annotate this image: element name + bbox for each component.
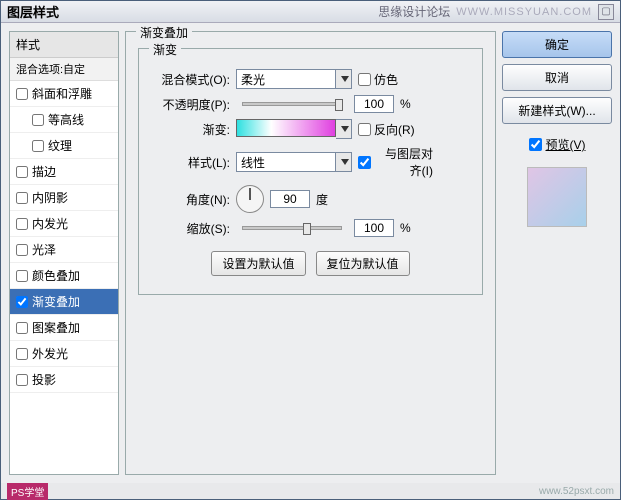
sidebar-item-label: 内阴影	[32, 189, 68, 206]
style-label: 样式(L):	[155, 154, 230, 171]
window-title: 图层样式	[7, 2, 59, 21]
maximize-icon[interactable]: ▢	[598, 4, 614, 20]
sidebar-item-4[interactable]: 内阴影	[10, 185, 118, 211]
sidebar-item-5[interactable]: 内发光	[10, 211, 118, 237]
opacity-input[interactable]	[354, 95, 394, 113]
new-style-button[interactable]: 新建样式(W)...	[502, 97, 612, 124]
angle-dial[interactable]	[236, 185, 264, 213]
sidebar-item-7[interactable]: 颜色叠加	[10, 263, 118, 289]
sidebar-header: 样式	[10, 32, 118, 58]
preview-checkbox[interactable]: 预览(V)	[502, 136, 612, 153]
sidebar-item-6[interactable]: 光泽	[10, 237, 118, 263]
reverse-checkbox[interactable]: 反向(R)	[358, 121, 433, 138]
style-sidebar: 样式 混合选项:自定 斜面和浮雕等高线纹理描边内阴影内发光光泽颜色叠加渐变叠加图…	[9, 31, 119, 475]
gradient-inner-group: 渐变 混合模式(O): 柔光 仿色 不透明度(P):	[138, 48, 483, 295]
blend-mode-dropdown-icon[interactable]	[336, 69, 352, 89]
sidebar-item-label: 渐变叠加	[32, 293, 80, 310]
sidebar-item-label: 投影	[32, 371, 56, 388]
angle-input[interactable]	[270, 190, 310, 208]
style-dropdown-icon[interactable]	[336, 152, 352, 172]
sidebar-item-label: 等高线	[48, 111, 84, 128]
blend-mode-select[interactable]: 柔光	[236, 69, 336, 89]
reset-default-button[interactable]: 复位为默认值	[316, 251, 410, 276]
opacity-label: 不透明度(P):	[155, 96, 230, 113]
titlebar: 图层样式 思缘设计论坛 WWW.MISSYUAN.COM ▢	[1, 1, 620, 23]
ok-button[interactable]: 确定	[502, 31, 612, 58]
dither-checkbox[interactable]: 仿色	[358, 71, 433, 88]
inner-title: 渐变	[149, 41, 181, 58]
layer-style-dialog: 图层样式 思缘设计论坛 WWW.MISSYUAN.COM ▢ 样式 混合选项:自…	[0, 0, 621, 500]
sidebar-item-label: 斜面和浮雕	[32, 85, 92, 102]
sidebar-item-label: 内发光	[32, 215, 68, 232]
sidebar-item-1[interactable]: 等高线	[10, 107, 118, 133]
scale-input[interactable]	[354, 219, 394, 237]
gradient-dropdown-icon[interactable]	[336, 119, 352, 139]
pct-label: %	[400, 97, 411, 111]
sidebar-blending-options[interactable]: 混合选项:自定	[10, 58, 118, 81]
angle-label: 角度(N):	[155, 191, 230, 208]
sidebar-item-label: 外发光	[32, 345, 68, 362]
sidebar-item-label: 纹理	[48, 137, 72, 154]
sidebar-item-3[interactable]: 描边	[10, 159, 118, 185]
watermark-text: 思缘设计论坛	[378, 3, 450, 20]
sidebar-item-label: 颜色叠加	[32, 267, 80, 284]
sidebar-item-8[interactable]: 渐变叠加	[10, 289, 118, 315]
right-button-panel: 确定 取消 新建样式(W)... 预览(V)	[502, 31, 612, 475]
blend-mode-label: 混合模式(O):	[155, 71, 230, 88]
gradient-overlay-group: 渐变叠加 渐变 混合模式(O): 柔光 仿色 不透明度	[125, 31, 496, 475]
footer: PS学堂 www.52psxt.com	[1, 483, 620, 499]
set-default-button[interactable]: 设置为默认值	[211, 251, 305, 276]
preview-swatch	[527, 167, 587, 227]
sidebar-item-label: 图案叠加	[32, 319, 80, 336]
sidebar-item-0[interactable]: 斜面和浮雕	[10, 81, 118, 107]
opacity-slider[interactable]	[242, 102, 342, 106]
gradient-label: 渐变:	[155, 121, 230, 138]
sidebar-item-label: 光泽	[32, 241, 56, 258]
group-title: 渐变叠加	[136, 24, 192, 41]
pct-label-2: %	[400, 221, 411, 235]
sidebar-item-label: 描边	[32, 163, 56, 180]
align-checkbox[interactable]: 与图层对齐(I)	[358, 145, 433, 179]
footer-url: www.52psxt.com	[539, 486, 614, 497]
sidebar-item-2[interactable]: 纹理	[10, 133, 118, 159]
scale-label: 缩放(S):	[155, 220, 230, 237]
sidebar-item-11[interactable]: 投影	[10, 367, 118, 393]
degree-label: 度	[316, 191, 328, 208]
watermark-url: WWW.MISSYUAN.COM	[456, 6, 592, 18]
gradient-preview[interactable]	[236, 119, 336, 137]
cancel-button[interactable]: 取消	[502, 64, 612, 91]
scale-slider[interactable]	[242, 226, 342, 230]
style-select[interactable]: 线性	[236, 152, 336, 172]
sidebar-item-10[interactable]: 外发光	[10, 341, 118, 367]
footer-tag: PS学堂	[7, 483, 48, 500]
sidebar-item-9[interactable]: 图案叠加	[10, 315, 118, 341]
